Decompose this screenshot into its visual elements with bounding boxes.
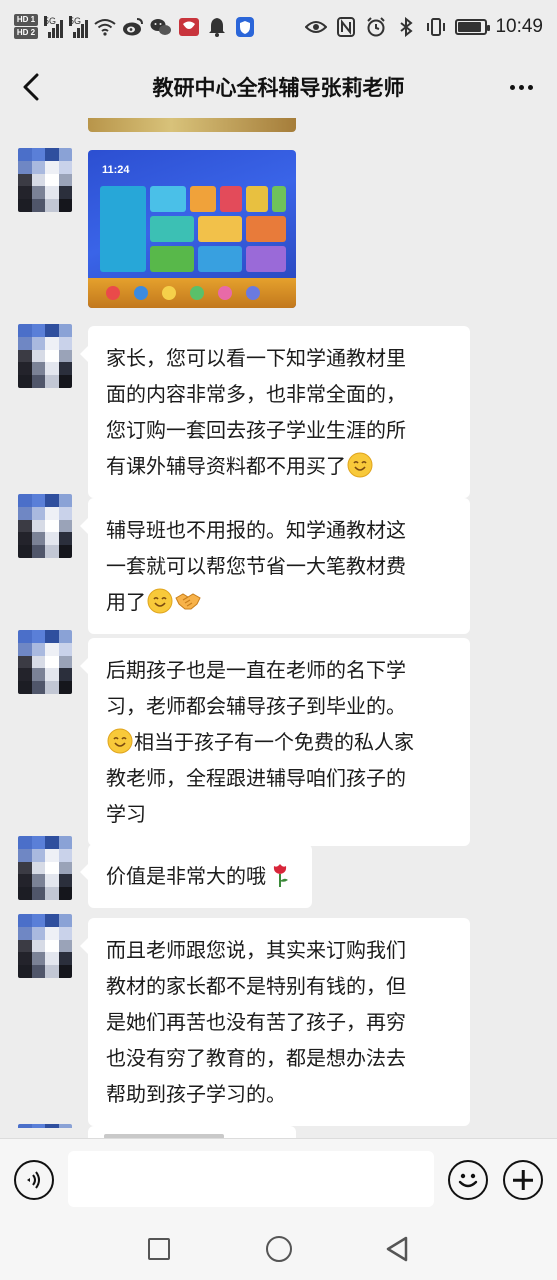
image-dock xyxy=(88,278,296,308)
vibrate-icon xyxy=(425,16,447,38)
wechat-icon xyxy=(150,16,172,38)
message-line: 是她们再苦也没有苦了孩子，再穷 xyxy=(106,1010,406,1034)
status-bar: HD 1 HD 2 5G 5G 10:49 xyxy=(0,0,557,56)
status-right: 10:49 xyxy=(305,16,543,38)
message-line: 后期孩子也是一直在老师的名下学 xyxy=(106,658,406,682)
message-bubble[interactable]: 辅导班也不用报的。知学通教材这 一套就可以帮您节省一大笔教材费 用了 xyxy=(80,498,470,634)
plus-icon[interactable] xyxy=(503,1160,543,1200)
image-tile xyxy=(198,216,242,242)
input-bar xyxy=(0,1138,557,1220)
image-tile xyxy=(100,186,146,272)
message-bubble[interactable]: 后期孩子也是一直在老师的名下学 习，老师都会辅导孩子到毕业的。 相当于孩子有一个… xyxy=(80,638,470,846)
avatar[interactable] xyxy=(18,914,72,978)
hd-indicators: HD 1 HD 2 xyxy=(14,14,38,39)
avatar[interactable] xyxy=(18,836,72,900)
more-dots-icon[interactable] xyxy=(503,70,539,104)
image-tile xyxy=(272,186,286,212)
system-nav-bar xyxy=(0,1220,557,1280)
message-line: 帮助到孩子学习的。 xyxy=(106,1082,286,1106)
recent-apps-icon[interactable] xyxy=(148,1238,170,1260)
message-line: 也没有穷了教育的，都是想办法去 xyxy=(106,1046,406,1070)
smile-emoji-icon xyxy=(347,452,373,478)
message-bubble[interactable]: 家长，您可以看一下知学通教材里 面的内容非常多，也非常全面的， 您订购一套回去孩… xyxy=(80,326,470,498)
tablet-screenshot-image[interactable]: 11:24 xyxy=(88,150,296,308)
image-tile xyxy=(150,216,194,242)
message-line: 一套就可以帮您节省一大笔教材费 xyxy=(106,554,406,578)
message-input[interactable] xyxy=(68,1151,434,1207)
emoji-icon[interactable] xyxy=(448,1160,488,1200)
message-line: 相当于孩子有一个免费的私人家 xyxy=(134,730,414,754)
alarm-icon xyxy=(365,16,387,38)
message-list[interactable]: 11:24 家长，您可以看一下知学通教材里 面的内容非常多，也非常全面的， 您订… xyxy=(0,118,557,1138)
chat-header: 教研中心全科辅导张莉老师 xyxy=(0,56,557,118)
app-icon xyxy=(178,16,200,38)
network-label-1: 5G xyxy=(44,15,57,26)
bell-icon xyxy=(206,16,228,38)
voice-icon[interactable] xyxy=(14,1160,54,1200)
image-tile xyxy=(190,186,216,212)
message-bubble[interactable]: 价值是非常大的哦 xyxy=(80,844,312,908)
wifi-icon xyxy=(94,16,116,38)
signal-icon: 5G xyxy=(44,15,63,38)
nfc-icon xyxy=(335,16,357,38)
message-line: 有课外辅导资料都不用买了 xyxy=(106,454,346,478)
home-icon[interactable] xyxy=(266,1236,292,1262)
image-tile xyxy=(198,246,242,272)
shield-icon xyxy=(234,16,256,38)
image-tile xyxy=(246,246,286,272)
avatar[interactable] xyxy=(18,1124,72,1138)
smile-emoji-icon xyxy=(147,588,173,614)
message-line: 而且老师跟您说，其实来订购我们 xyxy=(106,938,406,962)
image-tile xyxy=(246,216,286,242)
image-tile xyxy=(220,186,242,212)
message-line: 面的内容非常多，也非常全面的， xyxy=(106,382,406,406)
previous-image-message[interactable] xyxy=(88,118,296,132)
battery-level xyxy=(458,22,481,32)
hd1-badge: HD 1 xyxy=(14,14,38,26)
handshake-emoji-icon xyxy=(175,593,201,610)
network-label-2: 5G xyxy=(69,15,82,26)
back-triangle-icon[interactable] xyxy=(384,1235,410,1263)
message-line: 您订购一套回去孩子学业生涯的所 xyxy=(106,418,406,442)
tablet-time: 11:24 xyxy=(102,164,130,176)
message-line: 教材的家长都不是特别有钱的，但 xyxy=(106,974,406,998)
bluetooth-icon xyxy=(395,16,417,38)
message-bubble[interactable]: 而且老师跟您说，其实来订购我们 教材的家长都不是特别有钱的，但 是她们再苦也没有… xyxy=(80,918,470,1126)
partial-message-bubble[interactable] xyxy=(88,1126,296,1138)
image-tile xyxy=(246,186,268,212)
message-line: 价值是非常大的哦 xyxy=(106,864,266,888)
message-line: 教老师，全程跟进辅导咱们孩子的 xyxy=(106,766,406,790)
clock-time: 10:49 xyxy=(495,16,543,37)
status-left: HD 1 HD 2 5G 5G xyxy=(14,14,256,39)
avatar[interactable] xyxy=(18,630,72,694)
message-line: 家长，您可以看一下知学通教材里 xyxy=(106,346,406,370)
chat-title: 教研中心全科辅导张莉老师 xyxy=(152,76,405,100)
eye-icon xyxy=(305,16,328,38)
avatar[interactable] xyxy=(18,494,72,558)
rose-emoji-icon xyxy=(273,864,288,887)
smile-emoji-icon xyxy=(107,728,133,754)
message-line: 学习 xyxy=(106,802,146,826)
message-line: 辅导班也不用报的。知学通教材这 xyxy=(106,518,406,542)
signal-icon-2: 5G xyxy=(69,15,88,38)
message-line: 用了 xyxy=(106,590,146,614)
weibo-icon xyxy=(122,16,144,38)
battery-icon xyxy=(455,19,491,35)
avatar[interactable] xyxy=(18,324,72,388)
message-line: 习，老师都会辅导孩子到毕业的。 xyxy=(106,694,406,718)
chevron-left-icon[interactable] xyxy=(14,70,48,104)
image-tile xyxy=(150,246,194,272)
image-tile xyxy=(150,186,186,212)
avatar[interactable] xyxy=(18,148,72,212)
hd2-badge: HD 2 xyxy=(14,27,38,39)
